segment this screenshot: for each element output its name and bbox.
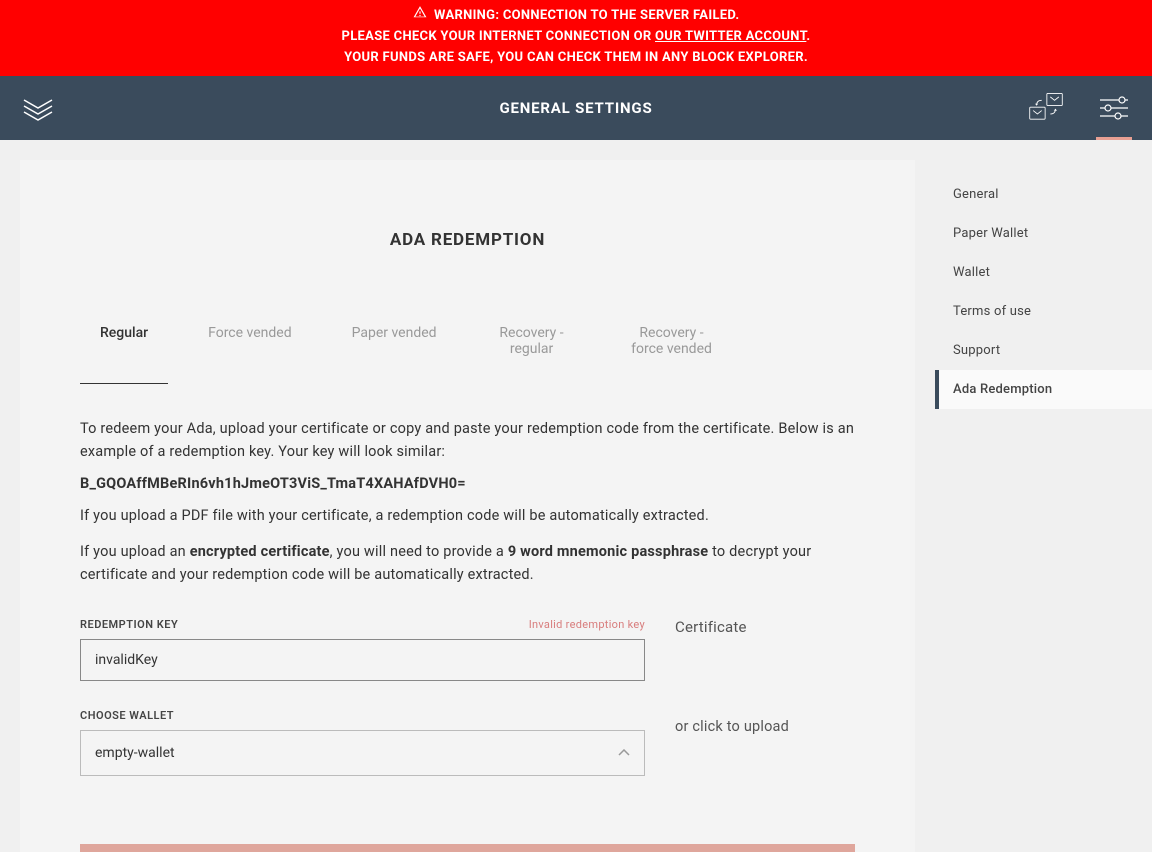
tab-recovery-regular[interactable]: Recovery - regular: [477, 310, 587, 372]
chevron-up-icon: [618, 745, 630, 761]
tab-recovery-force-vended[interactable]: Recovery - force vended: [607, 310, 737, 372]
header-title: GENERAL SETTINGS: [500, 99, 653, 117]
redemption-key-label: REDEMPTION KEY: [80, 618, 178, 631]
instructions-p2: If you upload a PDF file with your certi…: [80, 504, 855, 527]
certificate-label: Certificate: [675, 618, 855, 636]
twitter-link[interactable]: OUR TWITTER ACCOUNT: [655, 29, 806, 44]
wallet-value: empty-wallet: [95, 745, 175, 761]
content-area: ADA REDEMPTION Regular Force vended Pape…: [0, 140, 935, 852]
warning-line3: YOUR FUNDS ARE SAFE, YOU CAN CHECK THEM …: [20, 47, 1132, 68]
page-title: ADA REDEMPTION: [80, 230, 855, 250]
header: GENERAL SETTINGS: [0, 76, 1152, 140]
tab-paper-vended[interactable]: Paper vended: [332, 310, 457, 372]
instructions-p1: To redeem your Ada, upload your certific…: [80, 417, 855, 463]
tab-force-vended[interactable]: Force vended: [188, 310, 311, 372]
tab-regular[interactable]: Regular: [80, 310, 168, 372]
settings-card: ADA REDEMPTION Regular Force vended Pape…: [20, 160, 915, 852]
warning-line1: WARNING: CONNECTION TO THE SERVER FAILED…: [434, 8, 739, 23]
redemption-key-error: Invalid redemption key: [529, 618, 645, 631]
sidebar: General Paper Wallet Wallet Terms of use…: [935, 140, 1152, 852]
certificate-upload-area[interactable]: Certificate or click to upload: [675, 618, 855, 735]
sidebar-item-terms[interactable]: Terms of use: [935, 292, 1152, 331]
tab-content: To redeem your Ada, upload your certific…: [80, 372, 855, 852]
sidebar-item-support[interactable]: Support: [935, 331, 1152, 370]
example-key: B_GQOAffMBeRIn6vh1hJmeOT3ViS_TmaT4XAHAfD…: [80, 475, 855, 492]
sidebar-item-paper-wallet[interactable]: Paper Wallet: [935, 214, 1152, 253]
wallet-select[interactable]: empty-wallet: [80, 730, 645, 776]
wallets-icon[interactable]: [1028, 78, 1064, 138]
upload-text: or click to upload: [675, 718, 855, 735]
instructions-p3: If you upload an encrypted certificate, …: [80, 540, 855, 586]
sidebar-item-general[interactable]: General: [935, 175, 1152, 214]
warning-icon: [413, 5, 427, 26]
settings-icon[interactable]: [1096, 78, 1132, 138]
warning-line2-after: .: [806, 29, 810, 44]
redeem-button[interactable]: Redeem your money: [80, 844, 855, 852]
redemption-key-input[interactable]: [80, 639, 645, 681]
tabs: Regular Force vended Paper vended Recove…: [80, 310, 855, 372]
sidebar-item-wallet[interactable]: Wallet: [935, 253, 1152, 292]
app-logo-icon[interactable]: [20, 90, 56, 126]
warning-banner: WARNING: CONNECTION TO THE SERVER FAILED…: [0, 0, 1152, 76]
warning-line2-before: PLEASE CHECK YOUR INTERNET CONNECTION OR: [342, 29, 656, 44]
sidebar-item-ada-redemption[interactable]: Ada Redemption: [935, 370, 1152, 409]
wallet-label: CHOOSE WALLET: [80, 709, 174, 722]
